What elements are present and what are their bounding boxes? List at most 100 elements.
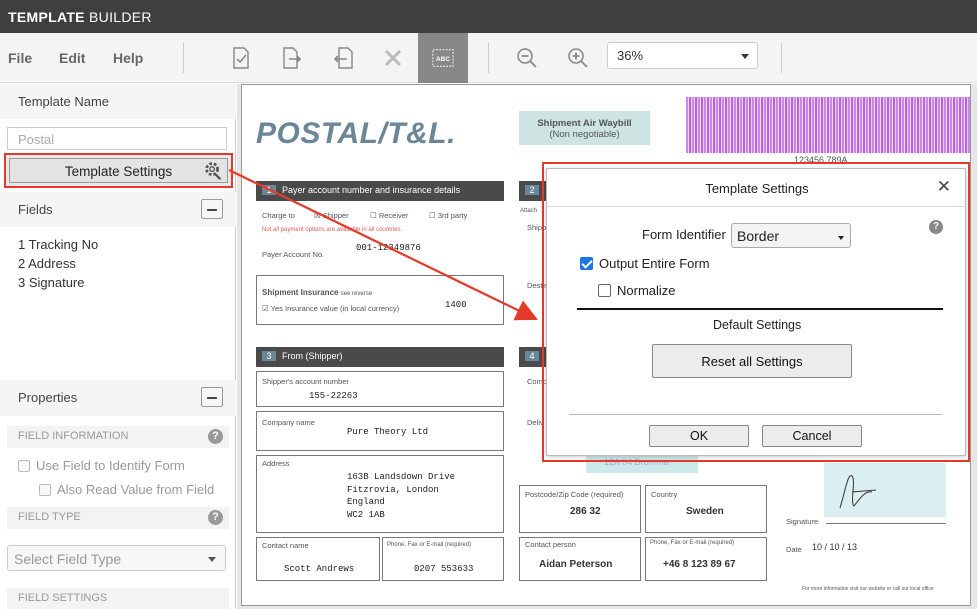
help-icon[interactable]: ? [929,220,943,234]
third-party-option: ☐ 3rd party [429,211,468,220]
field-type-header: FIELD TYPE ? [7,507,229,529]
company-label: Company name [262,418,315,427]
section-1-header: 1 Payer account number and insurance deta… [256,181,504,201]
phone-value-2: +46 8 123 89 67 [663,559,736,570]
payer-account-label: Payer Account No. [262,250,325,259]
form-identifier-label: Form Identifier [642,227,726,242]
menu-help[interactable]: Help [113,50,143,66]
delete-x-icon[interactable] [378,41,408,75]
chevron-down-icon [208,557,216,562]
insurance-value: 1400 [445,300,467,310]
collapse-properties-button[interactable] [201,387,223,407]
template-settings-button[interactable]: Template Settings [4,153,233,188]
address-line: England [347,497,385,507]
section-title: Payer account number and insurance detai… [282,185,461,195]
contact-name-value: Scott Andrews [284,564,355,574]
field-item[interactable]: 1 Tracking No [18,237,98,252]
toolbar-divider [488,43,489,73]
close-icon[interactable]: ✕ [937,178,951,195]
normalize-checkbox[interactable] [598,284,611,297]
signature-line [826,523,946,524]
import-doc-icon[interactable] [329,41,359,75]
dialog-title: Template Settings [547,169,967,207]
dialog-footer-divider [569,414,942,415]
section-title: From (Shipper) [282,351,343,361]
form-identifier-select[interactable]: Border [731,223,851,248]
shippers-account-label: Shipper's account number [262,377,349,386]
app-title: TEMPLATE BUILDER [0,0,977,33]
normalize-row[interactable]: Normalize [598,283,676,298]
field-type-select[interactable]: Select Field Type [7,545,226,571]
shipper-option: ☒ Shipper [314,211,349,220]
contact-person-label: Contact person [525,540,576,549]
ok-button[interactable]: OK [649,425,749,447]
menu-file[interactable]: File [8,50,32,66]
insurance-label: Shipment Insurance [262,288,339,297]
template-settings-label: Template Settings [9,158,228,183]
contact-name-label: Contact name [262,541,309,550]
template-name-input[interactable]: Postal [7,127,227,150]
output-entire-form-checkbox[interactable] [580,257,593,270]
receiver-label: Receiver [378,211,409,220]
zoom-out-icon[interactable] [512,41,542,75]
section-number: 1 [262,185,276,195]
cancel-button[interactable]: Cancel [762,425,862,447]
reset-all-settings-button[interactable]: Reset all Settings [652,344,852,378]
export-doc-icon[interactable] [277,41,307,75]
validate-doc-icon[interactable] [226,41,256,75]
use-field-checkbox-row[interactable]: Use Field to Identify Form [18,458,185,473]
third-party-label: 3rd party [437,211,468,220]
postcode-label: Postcode/Zip Code (required) [525,490,624,499]
text-field-abc-icon[interactable]: ABC [418,33,468,83]
awb-subtitle: (Non negotiable) [549,129,620,140]
payment-note: Not all payment options are available in… [262,227,403,233]
awb-title: Shipment Air Waybill [537,118,632,129]
app-title-bold: TEMPLATE [8,9,85,25]
footer-note: For more information visit our website o… [802,586,934,592]
also-read-checkbox[interactable] [39,483,51,496]
charge-to-label: Charge to [262,211,295,220]
gear-wrench-icon [205,162,222,180]
yes-insurance-row: ☑ Yes Insurance value (in local currency… [262,304,400,313]
zoom-in-icon[interactable] [563,41,593,75]
address-line: 163B Landsdown Drive [347,472,456,482]
shipper-label: Shipper [322,211,349,220]
toolbar-divider [183,43,184,73]
address-line: Fitzrovia, London [347,485,439,495]
tracking-barcode[interactable] [686,97,970,153]
field-information-label: FIELD INFORMATION [18,430,129,442]
postal-logo: POSTAL/T&L. [256,117,456,150]
collapse-fields-button[interactable] [201,199,223,219]
zoom-level-value: 36% [617,48,644,63]
menu-edit[interactable]: Edit [59,50,85,66]
country-value: Sweden [686,506,724,517]
template-settings-dialog: Template Settings ✕ Form Identifier Bord… [546,168,967,456]
fields-header-label: Fields [18,202,53,217]
zoom-level-select[interactable]: 36% [607,42,758,69]
also-read-label: Also Read Value from Field [57,482,215,497]
help-icon[interactable]: ? [208,429,223,444]
see-reverse-label: see reverse [340,291,373,297]
use-field-checkbox[interactable] [18,459,30,472]
normalize-label: Normalize [617,283,676,298]
phone-label: Phone, Fax or E-mail (required) [387,542,472,548]
menu-toolbar: File Edit Help ABC 36% [0,33,977,83]
output-entire-form-row[interactable]: Output Entire Form [580,256,710,271]
section-number: 4 [525,351,539,361]
also-read-checkbox-row[interactable]: Also Read Value from Field [39,482,214,497]
dialog-title-text: Template Settings [705,181,809,196]
date-value: 10 / 10 / 13 [812,542,858,552]
signature-scribble [839,475,877,509]
chevron-down-icon [838,236,844,240]
phone-value: 0207 553633 [414,564,474,574]
help-icon[interactable]: ? [208,510,223,525]
payer-account-value: 001-12349876 [356,243,421,253]
phone-label-2: Phone, Fax or E-mail (required) [650,540,735,546]
field-type-label: FIELD TYPE [18,511,81,523]
yes-insurance-label: Yes Insurance value (in local currency) [270,304,400,313]
field-settings-label: FIELD SETTINGS [18,592,108,604]
field-item[interactable]: 3 Signature [18,275,85,290]
field-item[interactable]: 2 Address [18,256,76,271]
use-field-label: Use Field to Identify Form [36,458,185,473]
dialog-divider [577,308,943,310]
